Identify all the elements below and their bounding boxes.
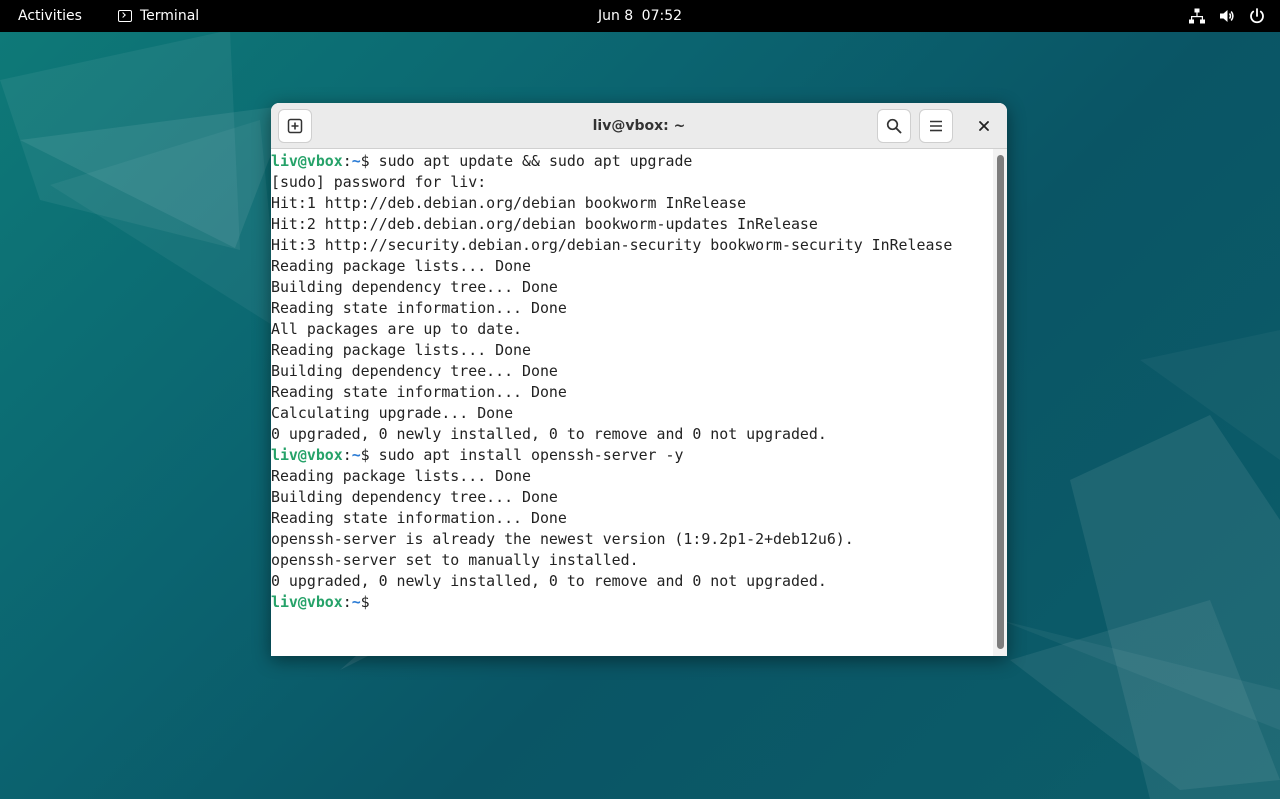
- terminal-scrollbar[interactable]: [993, 149, 1007, 656]
- output-text: Calculating upgrade... Done: [271, 404, 514, 422]
- output-text: Reading state information... Done: [271, 509, 567, 527]
- output-text: Reading state information... Done: [271, 383, 567, 401]
- terminal-prompt-line: liv@vbox:~$ sudo apt install openssh-ser…: [271, 445, 993, 466]
- terminal-output-line: [sudo] password for liv:: [271, 172, 993, 193]
- prompt-symbol: $: [360, 593, 370, 611]
- terminal-output-line: 0 upgraded, 0 newly installed, 0 to remo…: [271, 571, 993, 592]
- prompt-separator: :: [342, 593, 352, 611]
- output-text: All packages are up to date.: [271, 320, 523, 338]
- prompt-path: ~: [351, 446, 361, 464]
- terminal-output-line: Building dependency tree... Done: [271, 277, 993, 298]
- terminal-output-line: Reading package lists... Done: [271, 466, 993, 487]
- output-text: [sudo] password for liv:: [271, 173, 487, 191]
- terminal-output-line: Hit:1 http://deb.debian.org/debian bookw…: [271, 193, 993, 214]
- hamburger-menu-icon: [930, 120, 942, 132]
- output-text: Reading package lists... Done: [271, 257, 531, 275]
- output-text: Building dependency tree... Done: [271, 362, 558, 380]
- terminal-output-line: Hit:3 http://security.debian.org/debian-…: [271, 235, 993, 256]
- prompt-path: ~: [351, 593, 361, 611]
- power-icon: [1250, 8, 1264, 24]
- clock-time: 07:52: [641, 8, 683, 24]
- system-tray[interactable]: [1188, 4, 1266, 28]
- terminal-output-line: Reading state information... Done: [271, 382, 993, 403]
- main-menu-button[interactable]: [919, 109, 953, 143]
- new-tab-button[interactable]: [278, 109, 312, 143]
- terminal-output-line: openssh-server is already the newest ver…: [271, 529, 993, 550]
- terminal-prompt-line: liv@vbox:~$ sudo apt update && sudo apt …: [271, 151, 993, 172]
- app-menu-button[interactable]: Terminal: [110, 4, 207, 28]
- output-text: Reading package lists... Done: [271, 341, 531, 359]
- terminal-output-line: Building dependency tree... Done: [271, 361, 993, 382]
- output-text: openssh-server is already the newest ver…: [271, 530, 854, 548]
- prompt-separator: :: [342, 446, 352, 464]
- top-bar: Activities Terminal Jun 8 07:52: [0, 0, 1280, 32]
- search-button[interactable]: [877, 109, 911, 143]
- output-text: Building dependency tree... Done: [271, 278, 558, 296]
- terminal-output-line: Reading package lists... Done: [271, 340, 993, 361]
- desktop: Activities Terminal Jun 8 07:52 liv@vbox…: [0, 0, 1280, 799]
- prompt-separator: :: [342, 152, 352, 170]
- output-text: openssh-server set to manually installed…: [271, 551, 639, 569]
- terminal-output-line: Calculating upgrade... Done: [271, 403, 993, 424]
- close-button[interactable]: [971, 113, 997, 139]
- output-text: Reading package lists... Done: [271, 467, 531, 485]
- terminal-output-line: Reading state information... Done: [271, 508, 993, 529]
- activities-button[interactable]: Activities: [8, 4, 92, 28]
- network-icon: [1189, 8, 1205, 24]
- prompt-user-host: liv@vbox: [271, 152, 343, 170]
- prompt-user-host: liv@vbox: [271, 446, 343, 464]
- terminal-app-icon: [118, 10, 132, 22]
- terminal-output-line: 0 upgraded, 0 newly installed, 0 to remo…: [271, 424, 993, 445]
- scrollbar-thumb[interactable]: [997, 155, 1004, 649]
- close-icon: [979, 121, 989, 131]
- prompt-symbol: $: [360, 446, 370, 464]
- terminal-output-line: Building dependency tree... Done: [271, 487, 993, 508]
- terminal-window[interactable]: liv@vbox: ~ liv@vbox:~$ sudo apt update …: [271, 103, 1007, 656]
- prompt-symbol: $: [360, 152, 370, 170]
- window-title: liv@vbox: ~: [592, 118, 686, 134]
- output-text: Hit:3 http://security.debian.org/debian-…: [271, 236, 953, 254]
- clock-date: Jun 8: [597, 8, 634, 24]
- prompt-path: ~: [351, 152, 361, 170]
- output-text: 0 upgraded, 0 newly installed, 0 to remo…: [271, 572, 827, 590]
- new-tab-icon: [287, 118, 303, 134]
- volume-icon: [1220, 10, 1234, 22]
- prompt-user-host: liv@vbox: [271, 593, 343, 611]
- terminal-output-line: openssh-server set to manually installed…: [271, 550, 993, 571]
- terminal-output-line: All packages are up to date.: [271, 319, 993, 340]
- output-text: 0 upgraded, 0 newly installed, 0 to remo…: [271, 425, 827, 443]
- output-text: Hit:2 http://deb.debian.org/debian bookw…: [271, 215, 818, 233]
- terminal-output-line: Reading package lists... Done: [271, 256, 993, 277]
- window-headerbar[interactable]: liv@vbox: ~: [271, 103, 1007, 149]
- terminal-output-line: Reading state information... Done: [271, 298, 993, 319]
- clock-button[interactable]: Jun 8 07:52: [560, 4, 720, 28]
- output-text: Hit:1 http://deb.debian.org/debian bookw…: [271, 194, 747, 212]
- search-icon: [886, 118, 902, 134]
- terminal-prompt-line: liv@vbox:~$: [271, 592, 993, 613]
- terminal-output[interactable]: liv@vbox:~$ sudo apt update && sudo apt …: [271, 149, 993, 656]
- output-text: Building dependency tree... Done: [271, 488, 558, 506]
- command-text: sudo apt update && sudo apt upgrade: [369, 152, 693, 170]
- output-text: Reading state information... Done: [271, 299, 567, 317]
- app-menu-label: Terminal: [140, 8, 200, 24]
- command-text: sudo apt install openssh-server -y: [369, 446, 684, 464]
- terminal-output-line: Hit:2 http://deb.debian.org/debian bookw…: [271, 214, 993, 235]
